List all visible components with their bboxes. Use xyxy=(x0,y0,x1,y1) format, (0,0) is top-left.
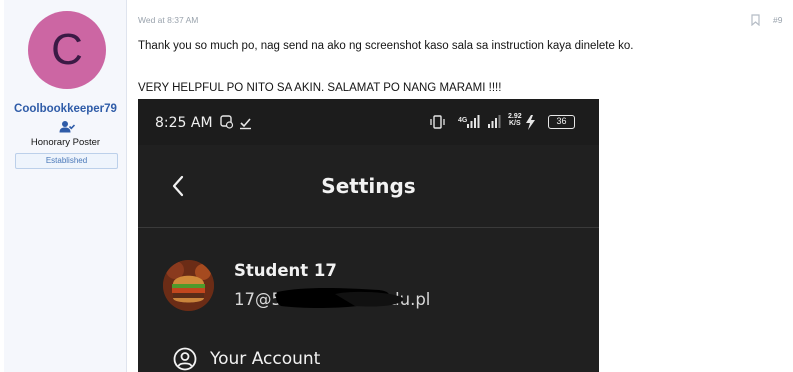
network-speed: 2.92 K/S xyxy=(508,113,522,127)
phone-status-bar: 8:25 AM 4G 2.92 K/S 36 xyxy=(138,99,599,145)
bookmark-icon[interactable] xyxy=(751,14,760,26)
burger-image xyxy=(163,260,214,311)
user-circle-icon xyxy=(173,347,197,371)
post-date[interactable]: Wed at 8:37 AM xyxy=(138,15,198,25)
profile-name: Student 17 xyxy=(234,261,337,280)
status-notification-icons xyxy=(220,115,251,130)
network-speed-value: 2.92 xyxy=(508,113,522,120)
svg-text:4G: 4G xyxy=(458,117,468,124)
post-message-line-2: VERY HELPFUL PO NITO SA AKIN. SALAMAT PO… xyxy=(138,82,502,94)
user-check-icon xyxy=(59,121,75,133)
email-redaction-scribble xyxy=(276,288,404,308)
settings-divider xyxy=(138,227,599,228)
post-number[interactable]: #9 xyxy=(773,15,782,25)
settings-title: Settings xyxy=(321,174,416,198)
forum-post: C Coolbookkeeper79 Honorary Poster Estab… xyxy=(0,0,793,372)
user-role: Honorary Poster xyxy=(30,137,101,148)
post-message-line-1: Thank you so much po, nag send na ako ng… xyxy=(138,40,634,52)
status-time: 8:25 AM xyxy=(155,115,213,131)
network-speed-unit: K/S xyxy=(508,120,521,127)
attached-screenshot[interactable]: 8:25 AM 4G 2.92 K/S 36 Settings Student … xyxy=(138,99,599,372)
battery-indicator: 36 xyxy=(548,115,575,129)
your-account-menu-item[interactable]: Your Account xyxy=(210,349,320,369)
username-link[interactable]: Coolbookkeeper79 xyxy=(4,103,127,115)
user-info-panel: C Coolbookkeeper79 Honorary Poster Estab… xyxy=(4,0,127,372)
profile-picture[interactable] xyxy=(163,260,214,311)
user-badge: Established xyxy=(15,153,118,169)
avatar-letter: C xyxy=(51,25,83,74)
avatar[interactable]: C xyxy=(28,11,106,89)
